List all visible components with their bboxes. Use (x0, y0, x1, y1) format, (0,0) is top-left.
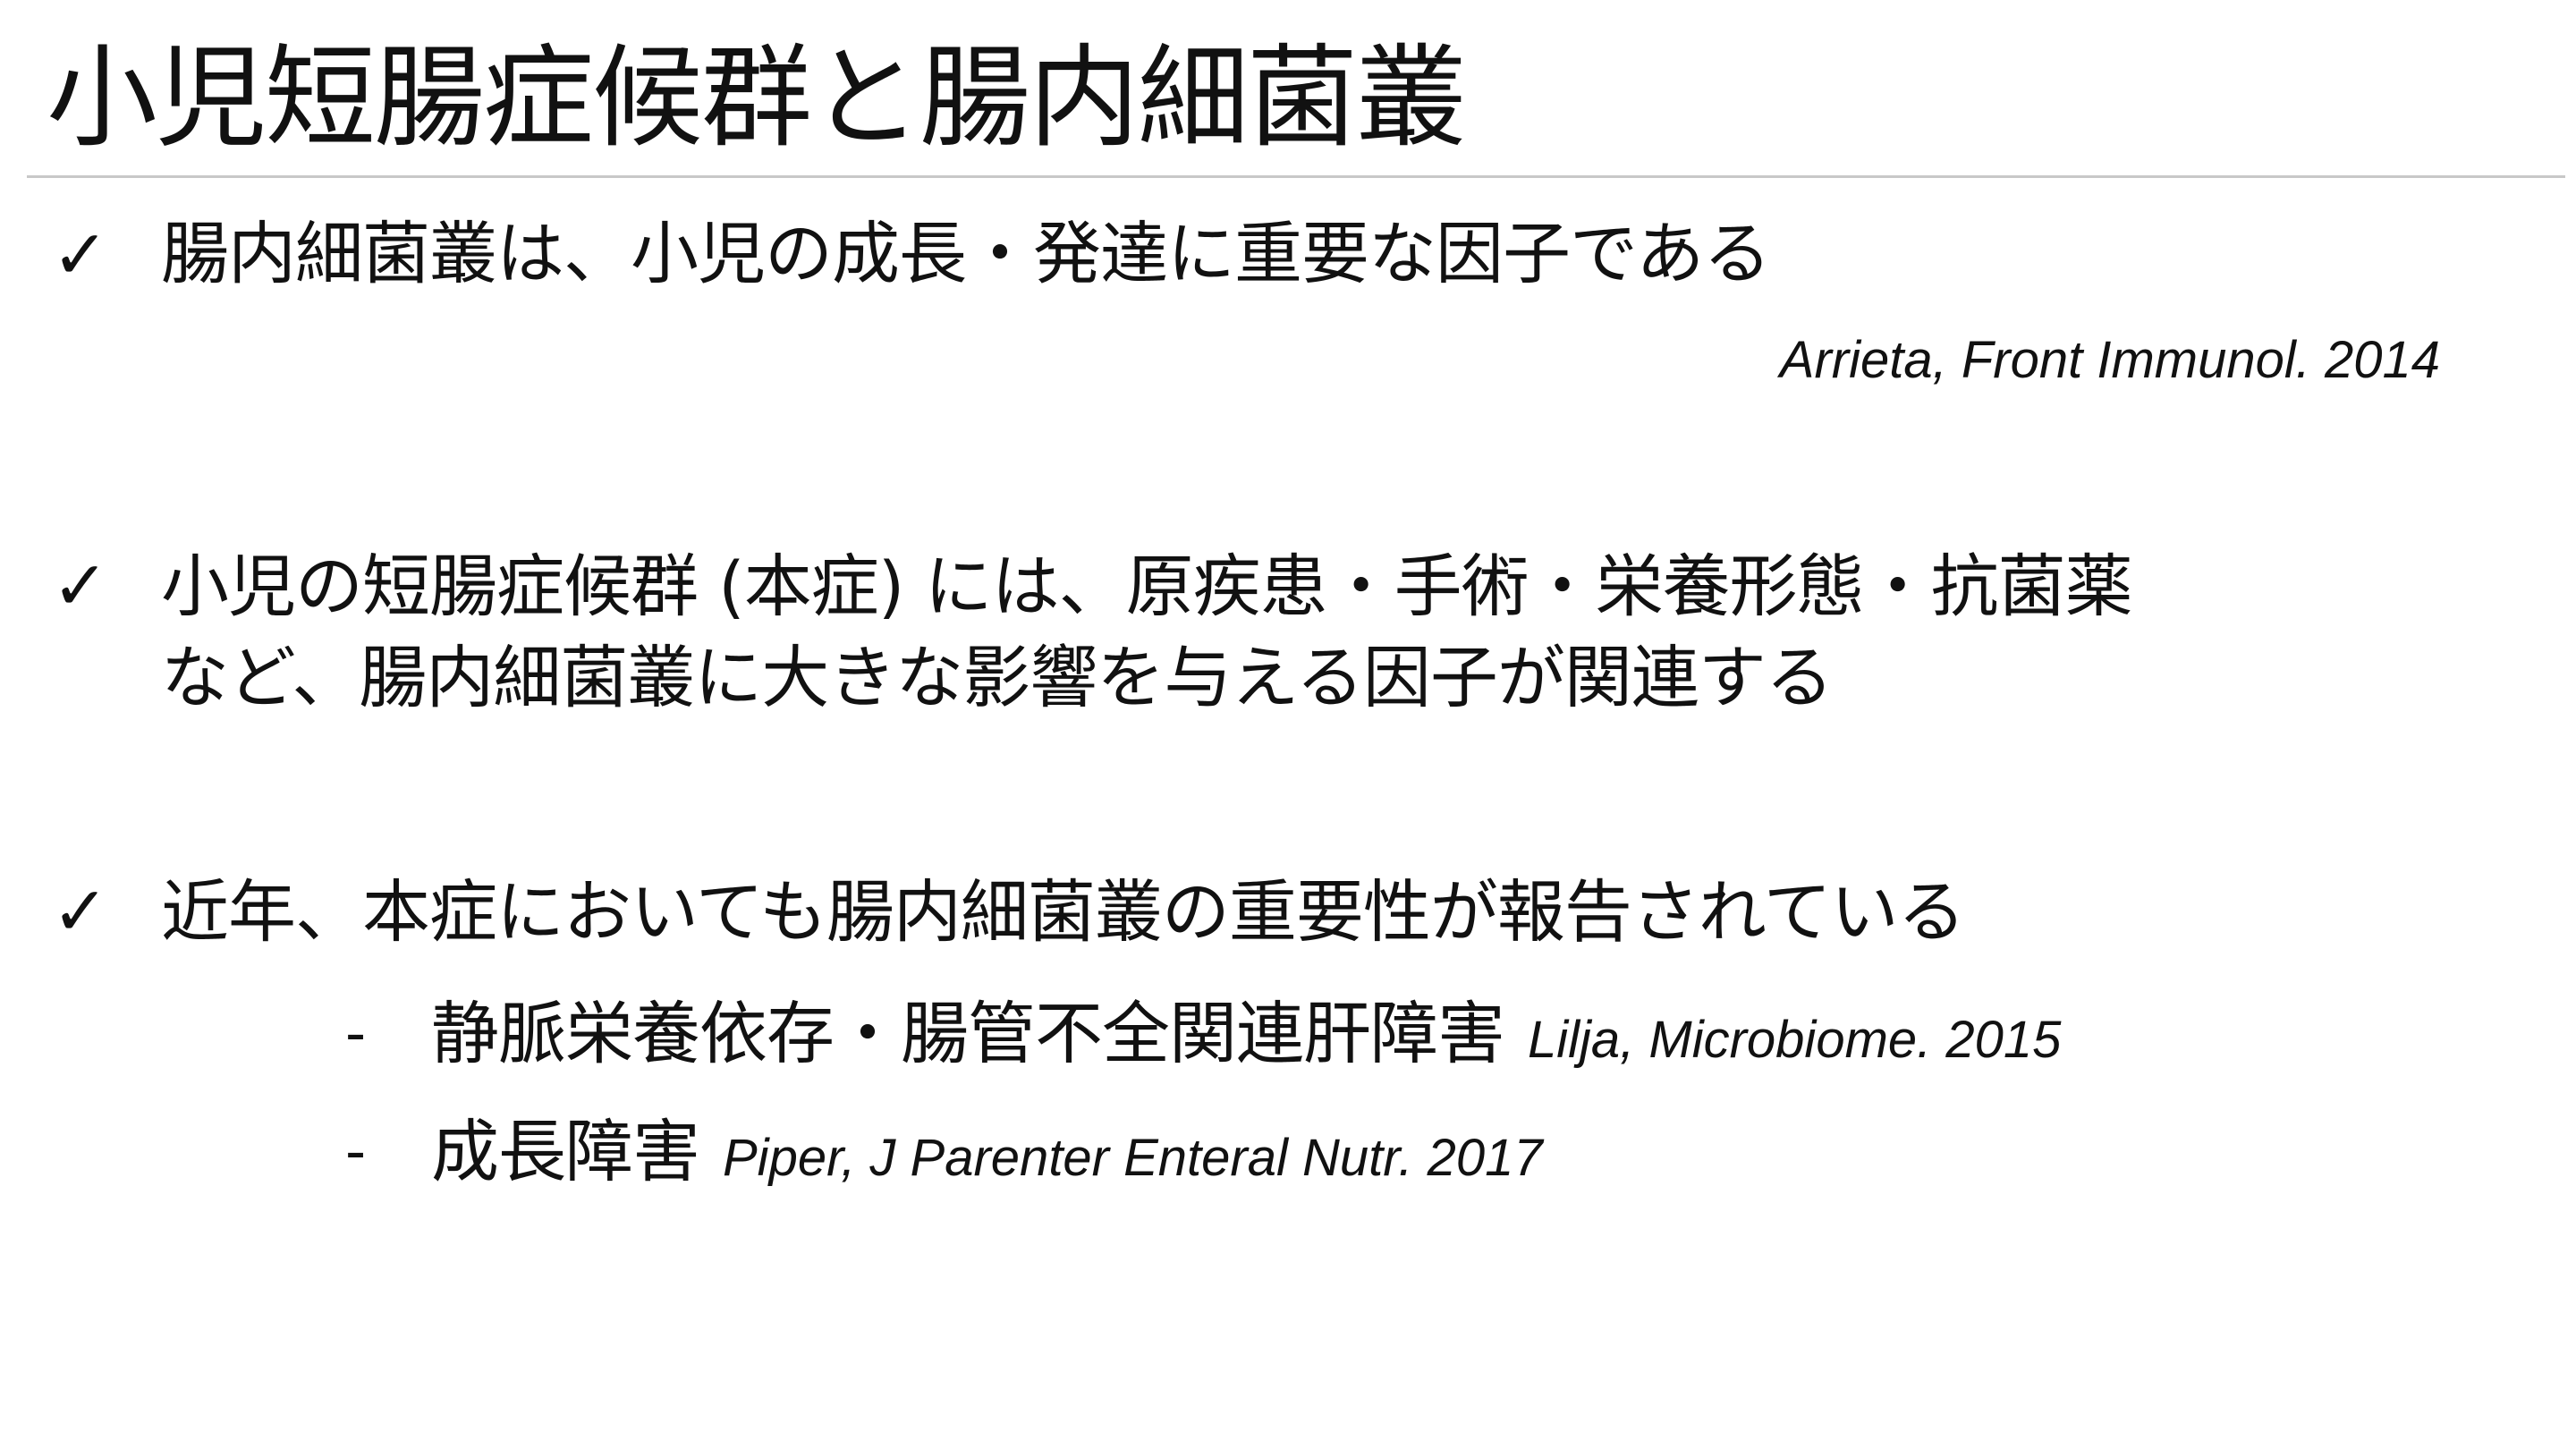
slide-title: 小児短腸症候群と腸内細菌叢 (47, 34, 1467, 163)
checkmark-icon: ✓ (52, 546, 109, 625)
subitem-1-text: 静脈栄養依存・腸管不全関連肝障害 (431, 994, 1505, 1073)
subitem-2-citation: Piper, J Parenter Enteral Nutr. 2017 (723, 1129, 1543, 1187)
bullet-3-line-1: 近年、本症においても腸内細菌叢の重要性が報告されている (161, 872, 1966, 952)
bullet-2-line-2: など、腸内細菌叢に大きな影響を与える因子が関連する (161, 638, 1834, 717)
subitem-1: 静脈栄養依存・腸管不全関連肝障害 Lilja, Microbiome. 2015 (431, 991, 2061, 1083)
checkmark-icon: ✓ (52, 871, 109, 951)
bullet-2-line-1: 小児の短腸症候群 (本症) には、原疾患・手術・栄養形態・抗菌薬 (161, 547, 2133, 626)
bullet-1-citation: Arrieta, Front Immunol. 2014 (1779, 331, 2440, 389)
subitem-1-dash: - (345, 1001, 367, 1067)
title-divider (27, 175, 2565, 178)
subitem-1-citation: Lilja, Microbiome. 2015 (1528, 1011, 2062, 1069)
checkmark-icon: ✓ (52, 215, 109, 294)
subitem-2-text: 成長障害 (431, 1112, 700, 1191)
bullet-1-line-1: 腸内細菌叢は、小児の成長・発達に重要な因子である (161, 214, 1771, 293)
subitem-2-dash: - (345, 1119, 367, 1185)
subitem-2: 成長障害 Piper, J Parenter Enteral Nutr. 2017 (431, 1109, 1543, 1201)
